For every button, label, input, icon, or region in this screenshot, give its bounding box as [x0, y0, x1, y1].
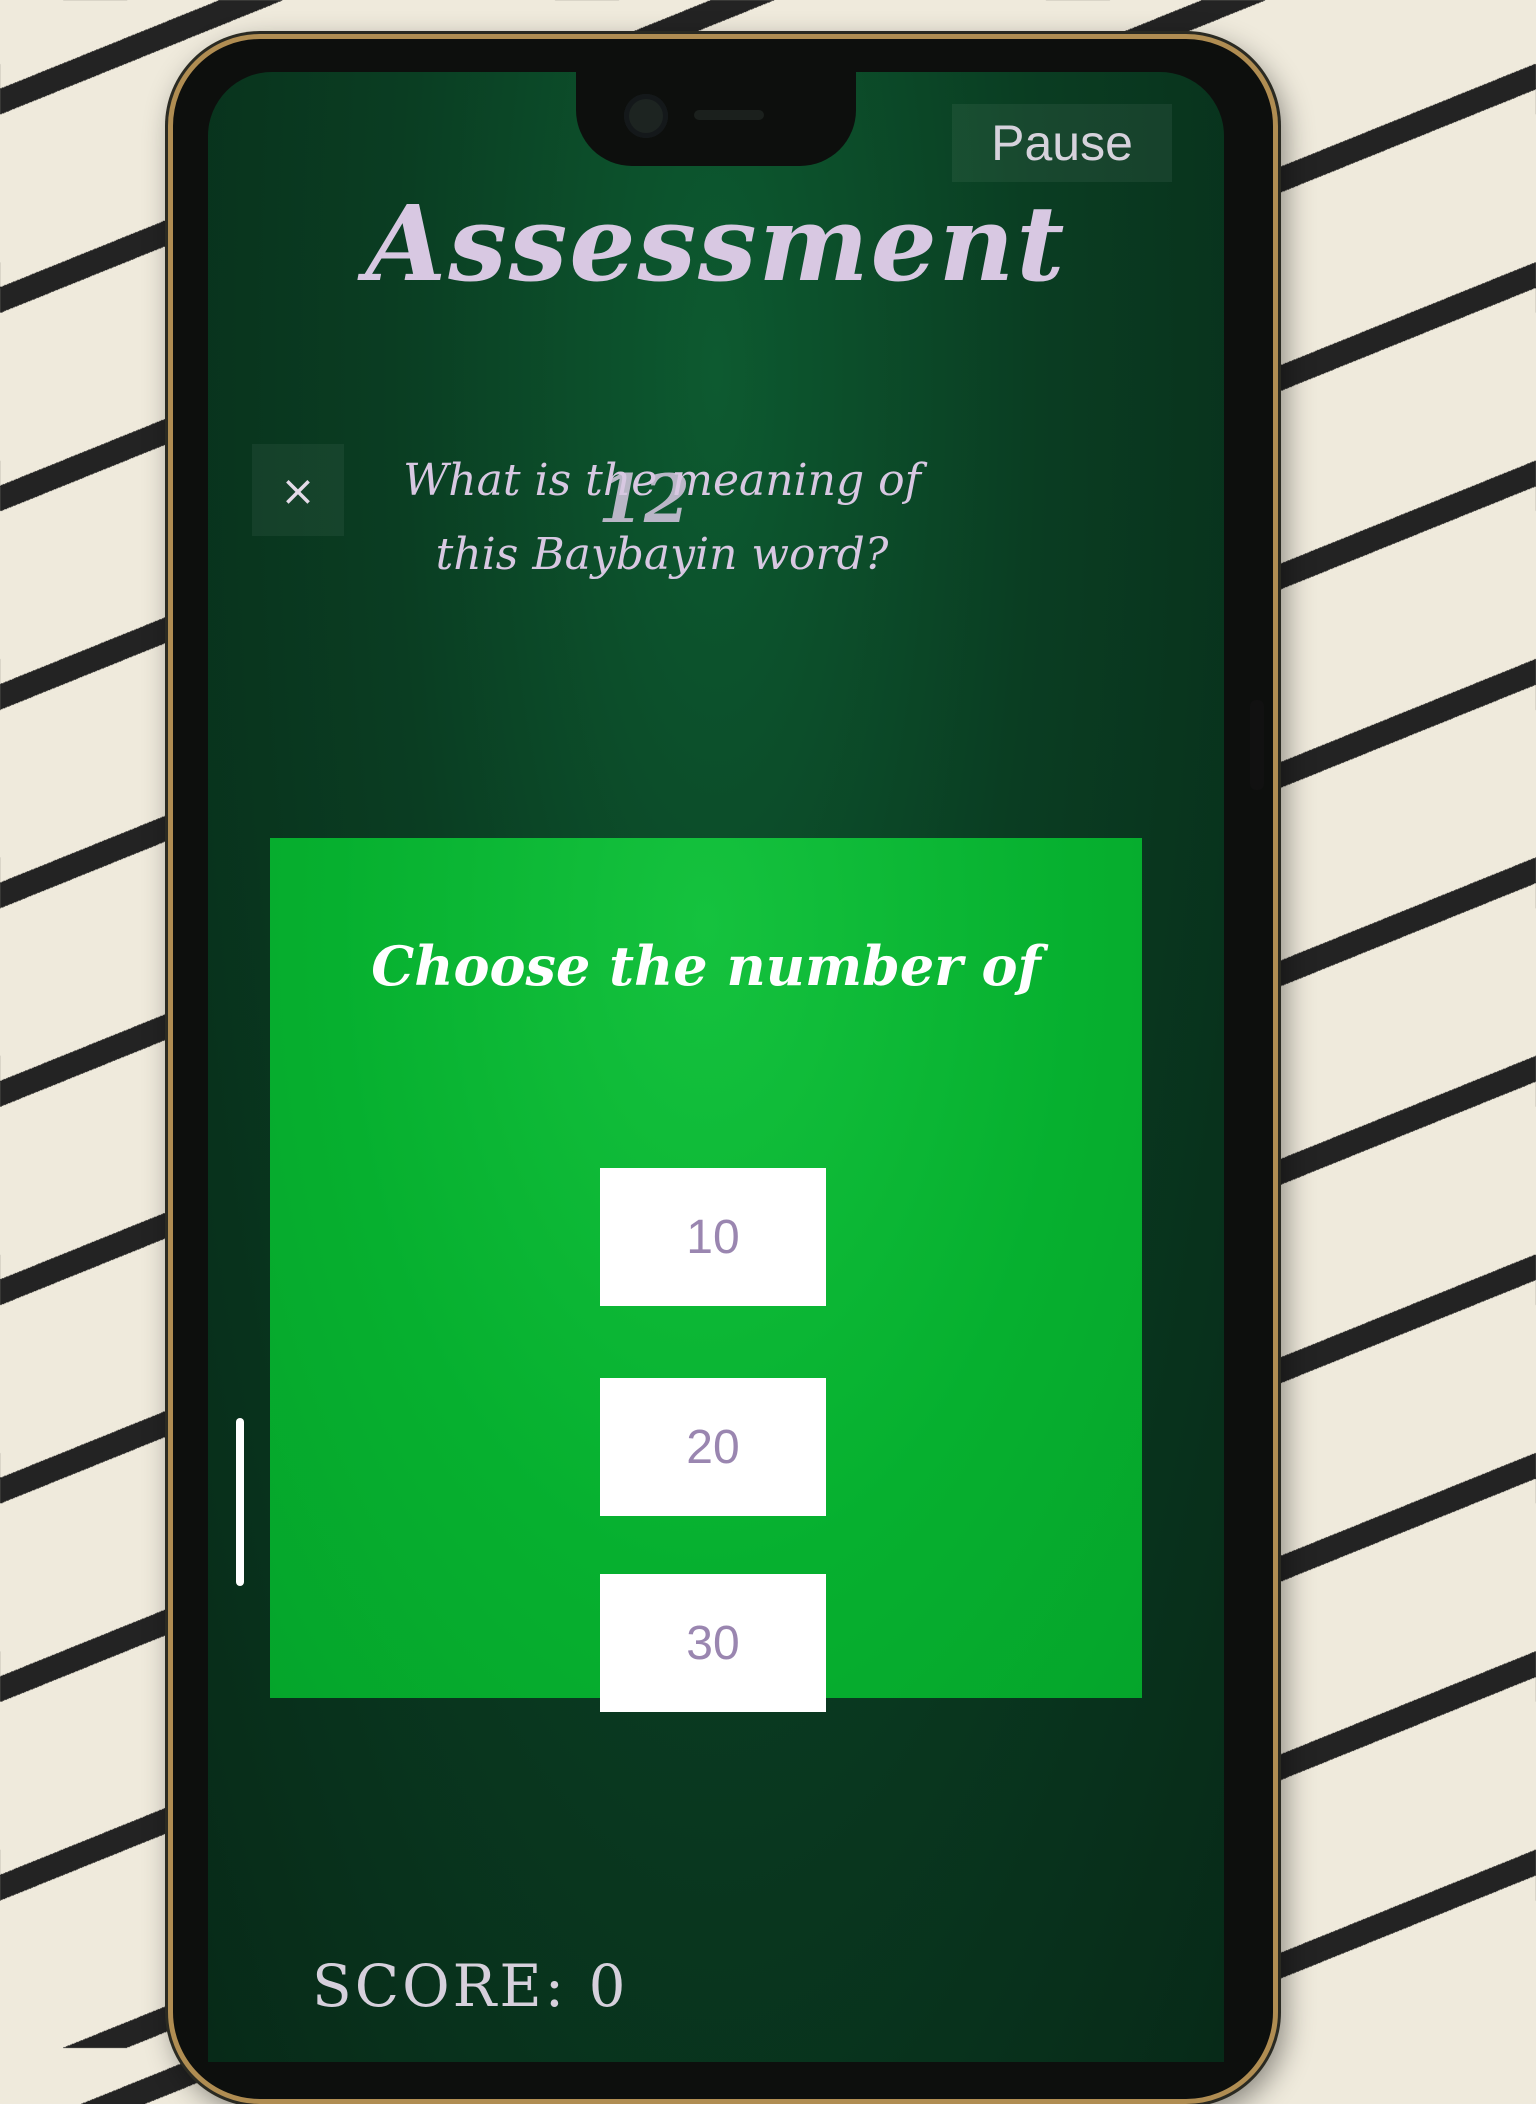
front-camera-icon: [624, 94, 668, 138]
close-icon[interactable]: ×: [252, 444, 344, 536]
score-display: SCORE: 0: [312, 1952, 629, 2020]
pause-button[interactable]: Pause: [952, 104, 1172, 182]
earpiece-speaker: [694, 110, 764, 120]
answer-option-1[interactable]: 10: [600, 1168, 826, 1306]
answer-prompt: Choose the number of: [371, 934, 1041, 998]
app-screen: Pause Assessment × What is the meaning o…: [208, 72, 1224, 2062]
page-title: Assessment: [365, 182, 1067, 305]
answer-option-2[interactable]: 20: [600, 1378, 826, 1516]
answer-panel: Choose the number of 10 20 30: [270, 838, 1142, 1712]
phone-side-button: [1250, 700, 1264, 790]
score-value: 0: [588, 1952, 629, 2020]
side-gesture-bar[interactable]: [236, 1418, 244, 1586]
answer-option-3[interactable]: 30: [600, 1574, 826, 1712]
score-label: SCORE:: [312, 1952, 568, 2020]
baybayin-word: 12: [598, 460, 690, 538]
